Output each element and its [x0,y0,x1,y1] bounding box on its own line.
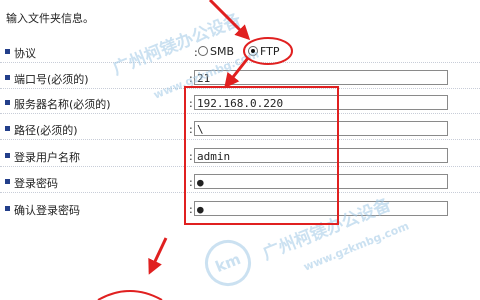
bullet-square-icon [5,49,10,54]
colon: : [189,150,193,163]
row-divider [0,88,480,89]
colon: : [189,123,193,136]
ftp-radio-label[interactable]: FTP [260,45,280,58]
protocol-label: 协议 [14,47,36,60]
path-input[interactable]: \ [194,121,448,136]
password-input[interactable]: ● [194,174,448,189]
bullet-square-icon [5,126,10,131]
port-row: 端口号(必须的) : 21 [0,67,480,89]
annotation-arrow-top [208,0,251,41]
protocol-row: 协议 : SMB FTP [0,41,480,63]
colon: : [189,97,193,110]
colon: : [189,176,193,189]
intro-text: 输入文件夹信息。 [6,12,94,25]
watermark-logo-icon: km [198,233,258,293]
bullet-square-icon [5,179,10,184]
confirm-password-input[interactable]: ● [194,201,448,216]
smb-radio-label[interactable]: SMB [210,45,234,58]
server-row: 服务器名称(必须的) : 192.168.0.220 [0,92,480,114]
colon: : [189,72,193,85]
ftp-radio[interactable] [248,46,258,56]
row-divider [0,139,480,140]
user-label: 登录用户名称 [14,151,80,164]
confirm-label: 确认登录密码 [14,204,80,217]
smb-radio[interactable] [198,46,208,56]
row-divider [0,192,480,193]
port-input[interactable]: 21 [194,70,448,85]
annotation-arrow-bottom [148,237,168,275]
user-row: 登录用户名称 : admin [0,145,480,167]
colon: : [189,203,193,216]
partial-highlight-circle [97,290,163,300]
bullet-square-icon [5,75,10,80]
watermark-url: www.gzkmbg.com [301,219,411,274]
path-row: 路径(必须的) : \ [0,118,480,140]
server-input[interactable]: 192.168.0.220 [194,95,448,110]
server-label: 服务器名称(必须的) [14,98,111,111]
bullet-square-icon [5,206,10,211]
path-label: 路径(必须的) [14,124,78,137]
row-divider [0,62,480,63]
password-label: 登录密码 [14,177,58,190]
bullet-square-icon [5,153,10,158]
row-divider [0,166,480,167]
user-input[interactable]: admin [194,148,448,163]
password-row: 登录密码 : ● [0,171,480,193]
port-label: 端口号(必须的) [14,73,89,86]
bullet-square-icon [5,100,10,105]
row-divider [0,113,480,114]
colon: : [194,46,198,59]
confirm-row: 确认登录密码 : ● [0,198,480,220]
